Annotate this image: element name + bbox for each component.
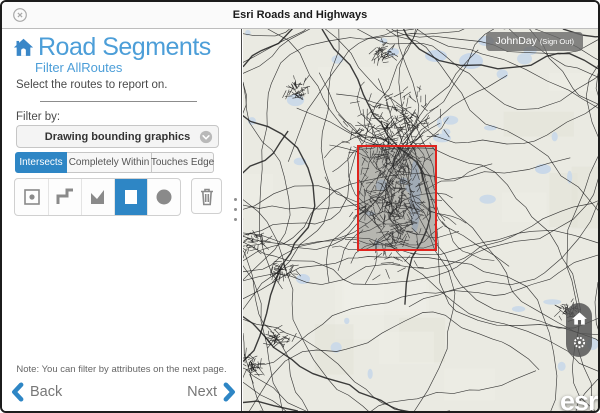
page-title: Road Segments (38, 33, 211, 62)
rectangle-icon (120, 186, 142, 208)
app-window: Esri Roads and Highways Road Segments Fi… (0, 0, 600, 413)
divider (40, 101, 197, 102)
back-label: Back (30, 384, 62, 400)
draw-polygon-tool[interactable] (81, 179, 114, 215)
home-icon (571, 310, 588, 327)
chevron-down-icon (199, 130, 213, 144)
polygon-icon (87, 186, 109, 208)
tab-intersects[interactable]: Intersects (15, 152, 67, 173)
filter-by-label: Filter by: (16, 111, 60, 123)
polyline-icon (54, 186, 76, 208)
spatial-relation-tabs: Intersects Completely Within Touches Edg… (15, 152, 214, 173)
map-controls (566, 303, 592, 357)
gps-locate-icon (571, 334, 588, 351)
home-extent-button[interactable] (566, 307, 592, 329)
panel-header: Road Segments (13, 33, 211, 62)
map-view[interactable]: JohnDay (Sign Out) esri (243, 29, 598, 411)
tab-touches-edge[interactable]: Touches Edge (152, 152, 214, 173)
draw-polyline-tool[interactable] (48, 179, 81, 215)
draw-rectangle-tool[interactable] (114, 179, 147, 215)
side-panel: Road Segments Filter AllRoutes Select th… (2, 29, 242, 411)
tab-completely-within[interactable]: Completely Within (67, 152, 152, 173)
clear-graphics-button[interactable] (191, 178, 222, 214)
chevron-right-icon (222, 382, 237, 402)
next-label: Next (187, 384, 217, 400)
close-icon[interactable] (12, 7, 28, 23)
esri-logo: esri (560, 386, 598, 411)
chevron-left-icon (10, 382, 25, 402)
user-sign-out-button[interactable]: JohnDay (Sign Out) (486, 32, 583, 51)
circle-icon (153, 186, 175, 208)
gps-locate-button[interactable] (566, 331, 592, 353)
panel-resize-handle[interactable] (232, 196, 239, 223)
filter-method-value: Drawing bounding graphics (45, 131, 190, 143)
back-button[interactable]: Back (10, 382, 62, 402)
title-bar: Esri Roads and Highways (2, 2, 598, 29)
trash-icon (196, 185, 218, 207)
draw-toolbar (14, 178, 222, 216)
filter-method-dropdown[interactable]: Drawing bounding graphics (16, 125, 219, 148)
next-button[interactable]: Next (187, 382, 237, 402)
draw-tool-group (14, 178, 181, 216)
draw-circle-tool[interactable] (147, 179, 180, 215)
point-icon (21, 186, 43, 208)
instruction-text: Select the routes to report on. (16, 79, 168, 91)
app-title: Esri Roads and Highways (2, 2, 598, 28)
draw-point-tool[interactable] (15, 179, 48, 215)
user-name: JohnDay (495, 35, 536, 47)
selection-rectangle-graphic (357, 145, 437, 251)
note-text: Note: You can filter by attributes on th… (2, 364, 241, 375)
home-icon (13, 37, 34, 58)
sign-out-label: (Sign Out) (540, 37, 574, 46)
page-subtitle: Filter AllRoutes (35, 60, 122, 75)
